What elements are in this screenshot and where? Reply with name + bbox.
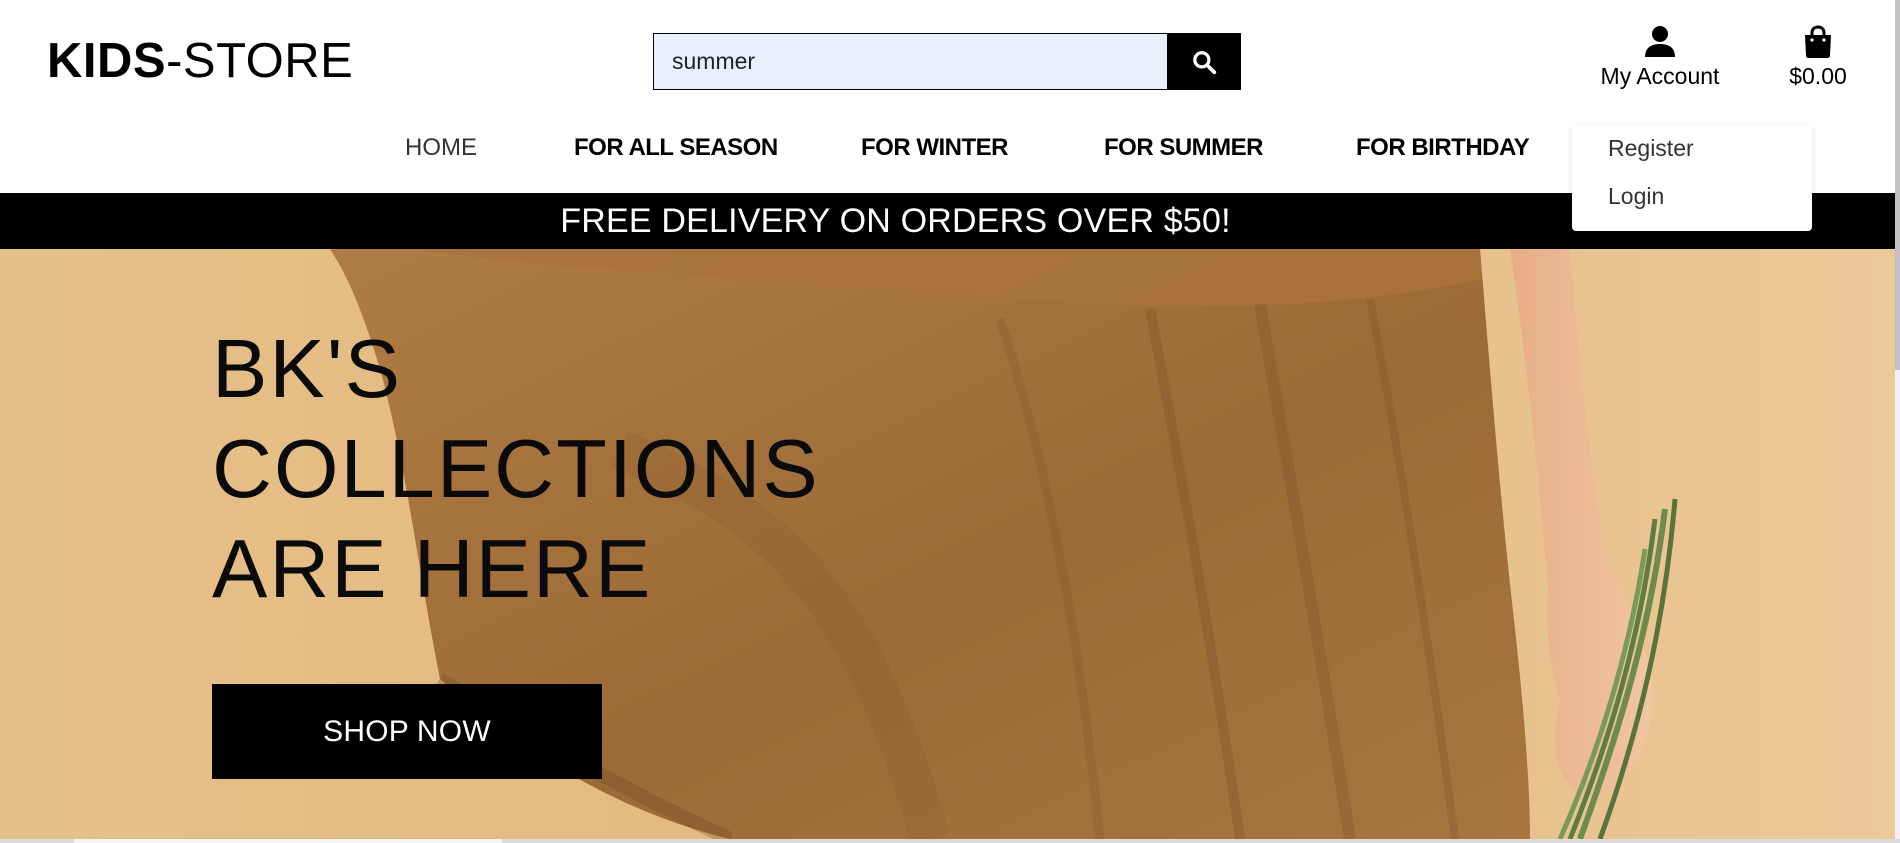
bottom-edge bbox=[0, 839, 1900, 843]
nav-item-all-season[interactable]: FOR ALL SEASON bbox=[574, 134, 778, 162]
bottom-edge-segment bbox=[74, 839, 502, 843]
shopping-bag-icon bbox=[1805, 25, 1831, 58]
main-nav: HOME FOR ALL SEASON FOR WINTER FOR SUMME… bbox=[0, 134, 1600, 170]
promo-text: FREE DELIVERY ON ORDERS OVER $50! bbox=[560, 202, 1231, 240]
scrollbar-thumb[interactable] bbox=[1895, 0, 1900, 370]
logo-rest-text: -STORE bbox=[166, 34, 354, 88]
nav-item-winter[interactable]: FOR WINTER bbox=[861, 134, 1008, 162]
hero-title: BK'S COLLECTIONS ARE HERE bbox=[212, 319, 820, 619]
login-link[interactable]: Login bbox=[1608, 183, 1664, 210]
search-form bbox=[653, 33, 1241, 90]
account-dropdown-menu: Register Login bbox=[1572, 125, 1812, 231]
my-account-label: My Account bbox=[1600, 63, 1720, 89]
nav-item-birthday[interactable]: FOR BIRTHDAY bbox=[1356, 134, 1530, 162]
page-scrollbar[interactable] bbox=[1895, 0, 1900, 843]
search-button[interactable] bbox=[1167, 34, 1240, 89]
hero-section: BK'S COLLECTIONS ARE HERE SHOP NOW bbox=[0, 249, 1895, 839]
search-icon bbox=[1192, 50, 1216, 74]
shop-now-button[interactable]: SHOP NOW bbox=[212, 684, 602, 779]
register-link[interactable]: Register bbox=[1608, 135, 1694, 162]
logo-bold-text: KIDS bbox=[47, 34, 167, 88]
hero-title-line: COLLECTIONS bbox=[212, 422, 820, 515]
hero-title-line: ARE HERE bbox=[212, 522, 653, 615]
nav-item-home[interactable]: HOME bbox=[405, 134, 477, 162]
search-input[interactable] bbox=[654, 34, 1167, 89]
my-account-link[interactable]: My Account bbox=[1590, 25, 1730, 90]
user-icon bbox=[1645, 26, 1675, 57]
site-logo[interactable]: KIDS-STORE bbox=[47, 33, 353, 89]
hero-title-line: BK'S bbox=[212, 322, 402, 415]
cart-link[interactable]: $0.00 bbox=[1780, 25, 1856, 90]
nav-item-summer[interactable]: FOR SUMMER bbox=[1104, 134, 1264, 162]
cart-total: $0.00 bbox=[1789, 63, 1847, 89]
